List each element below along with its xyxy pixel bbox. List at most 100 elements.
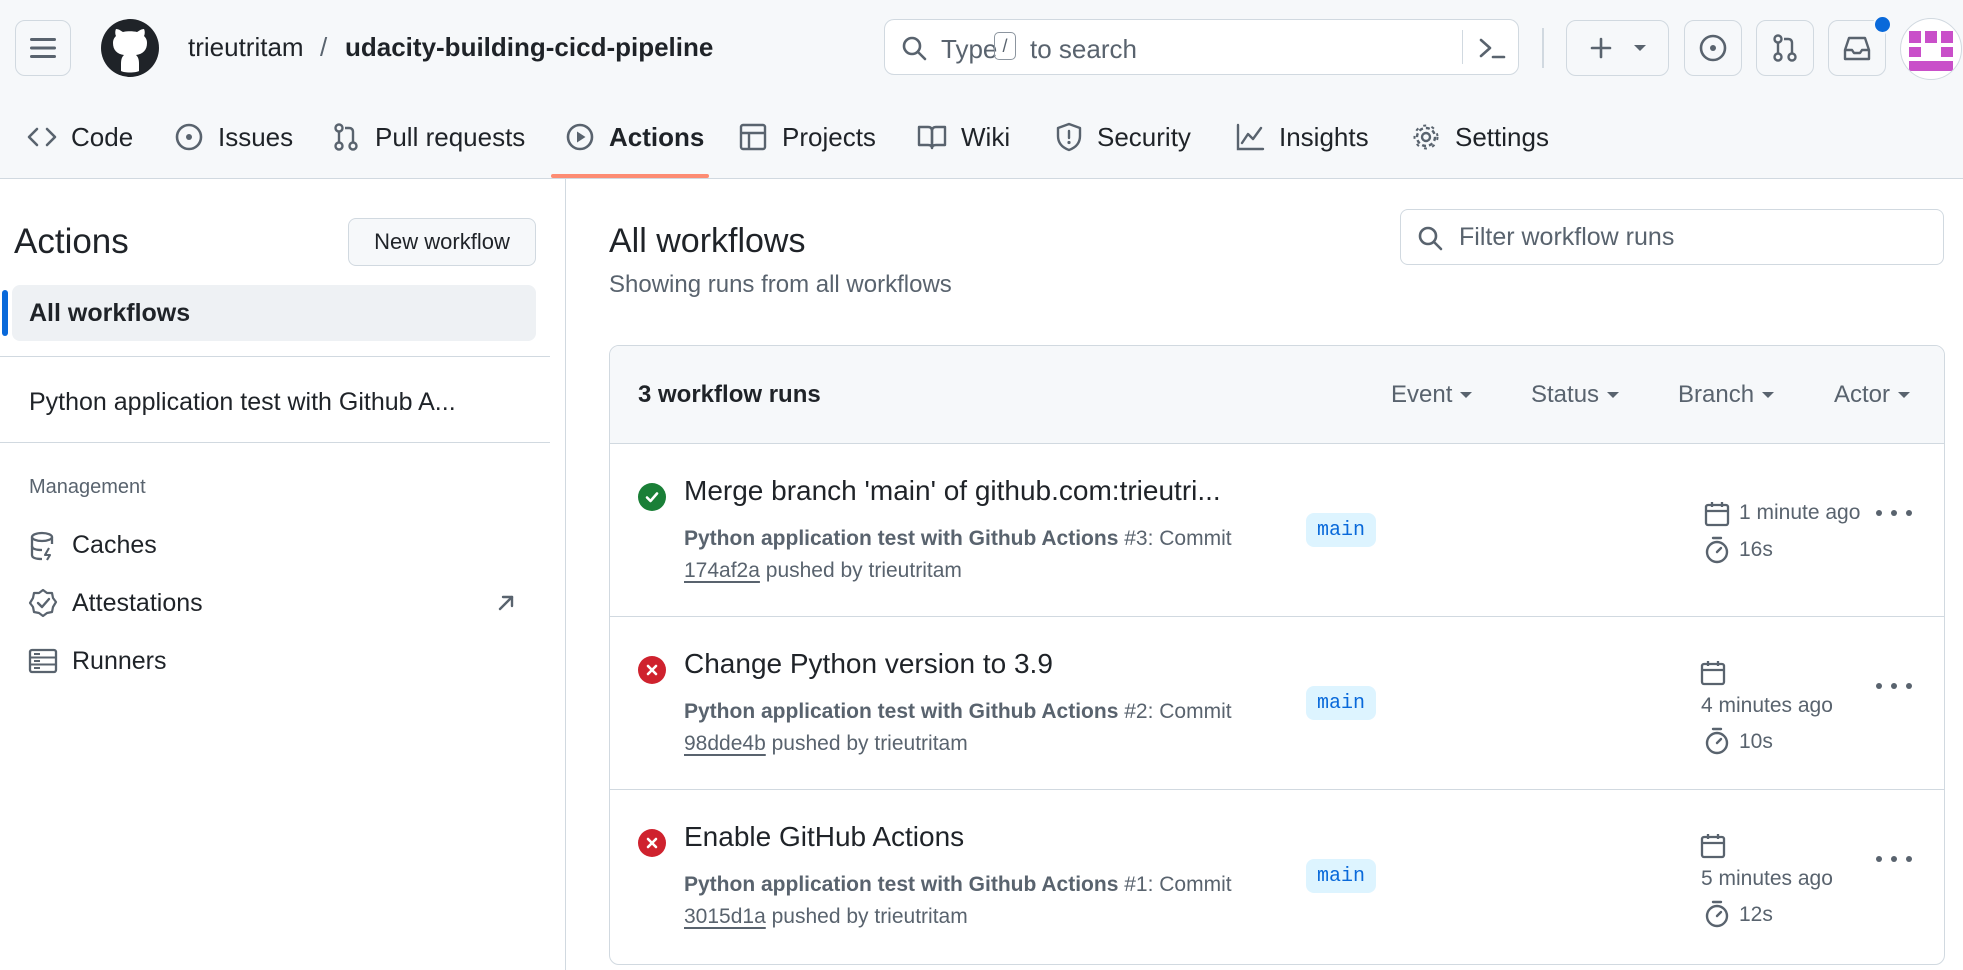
run-number: #1: Commit (1124, 873, 1232, 896)
pull-request-icon (1773, 34, 1797, 62)
run-title-link[interactable]: Change Python version to 3.9 (684, 648, 1053, 680)
run-workflow-name: Python application test with Github Acti… (684, 873, 1119, 896)
command-palette-icon[interactable] (1478, 35, 1506, 61)
workflow-run-row[interactable]: Enable GitHub Actions Python application… (610, 789, 1944, 962)
pull-request-icon (334, 123, 358, 151)
filter-label: Branch (1678, 381, 1755, 408)
tab-security[interactable]: Security (1055, 112, 1191, 162)
run-pusher: pushed by trieutritam (771, 905, 968, 928)
branch-filter-menu[interactable]: Branch (1678, 381, 1775, 409)
run-commit-line: 3015d1a pushed by trieutritam (684, 905, 968, 929)
pull-requests-button[interactable] (1756, 20, 1814, 76)
tab-label: Pull requests (375, 121, 526, 152)
global-search-input[interactable]: Type to search (884, 19, 1519, 75)
issue-icon (1699, 34, 1727, 62)
status-filter-menu[interactable]: Status (1531, 381, 1620, 409)
commit-sha-link[interactable]: 98dde4b (684, 732, 766, 755)
run-title-link[interactable]: Enable GitHub Actions (684, 821, 964, 853)
tab-wiki[interactable]: Wiki (917, 112, 1010, 162)
avatar[interactable] (1900, 18, 1962, 80)
run-time: 4 minutes ago (1701, 694, 1833, 717)
tab-label: Wiki (961, 121, 1011, 152)
sidebar-item-label: Attestations (72, 589, 203, 617)
sidebar-divider (0, 356, 550, 357)
filter-label: Actor (1834, 381, 1891, 408)
calendar-icon (1700, 834, 1726, 859)
workflow-run-row[interactable]: Merge branch 'main' of github.com:trieut… (610, 443, 1944, 617)
menu-button[interactable] (15, 20, 71, 76)
create-new-button[interactable] (1566, 20, 1669, 76)
tab-insights[interactable]: Insights (1235, 112, 1369, 162)
run-workflow-line: Python application test with Github Acti… (684, 873, 1232, 897)
tab-settings[interactable]: Settings (1411, 112, 1549, 162)
run-duration: 12s (1739, 903, 1773, 926)
workflow-run-row[interactable]: Change Python version to 3.9 Python appl… (610, 616, 1944, 790)
workflow-runs-list: 3 workflow runs Event Status Branch Acto… (609, 345, 1945, 965)
repo-name-link[interactable]: udacity-building-cicd-pipeline (345, 32, 713, 63)
tab-label: Settings (1455, 121, 1549, 152)
tab-actions[interactable]: Actions (565, 112, 704, 162)
search-shortcut-key: / (994, 32, 1016, 60)
run-number: #3: Commit (1124, 527, 1232, 550)
triangle-down-icon (1460, 392, 1473, 398)
search-prefix-text: Type (941, 34, 998, 64)
run-commit-line: 98dde4b pushed by trieutritam (684, 732, 968, 756)
run-options-kebab-icon[interactable] (1876, 853, 1912, 865)
stopwatch-icon (1705, 900, 1729, 928)
database-icon (30, 531, 54, 561)
tab-projects[interactable]: Projects (738, 112, 876, 162)
external-link-icon (498, 595, 514, 611)
runs-list-header: 3 workflow runs Event Status Branch Acto… (610, 346, 1944, 444)
failure-x-icon (638, 829, 666, 857)
run-options-kebab-icon[interactable] (1876, 680, 1912, 692)
run-title-link[interactable]: Merge branch 'main' of github.com:trieut… (684, 475, 1221, 507)
issues-button[interactable] (1684, 20, 1742, 76)
active-tab-indicator (551, 174, 709, 178)
filter-runs-input[interactable]: Filter workflow runs (1400, 209, 1944, 265)
server-icon (28, 648, 58, 674)
tab-label: Projects (782, 121, 876, 152)
triangle-down-icon (1762, 392, 1775, 398)
page-subtitle: Showing runs from all workflows (609, 271, 952, 298)
tab-issues[interactable]: Issues (174, 112, 293, 162)
branch-label[interactable]: main (1306, 859, 1376, 893)
branch-label[interactable]: main (1306, 513, 1376, 547)
commit-sha-link[interactable]: 3015d1a (684, 905, 766, 928)
branch-label[interactable]: main (1306, 686, 1376, 720)
failure-x-icon (638, 656, 666, 684)
sidebar-divider (0, 442, 550, 443)
github-logo[interactable] (101, 19, 159, 77)
repo-owner-link[interactable]: trieutritam (188, 32, 304, 63)
inbox-icon (1843, 36, 1871, 61)
run-pusher: pushed by trieutritam (765, 559, 962, 582)
event-filter-menu[interactable]: Event (1391, 381, 1473, 409)
sidebar-item-label: All workflows (29, 299, 191, 327)
new-workflow-button[interactable]: New workflow (348, 218, 536, 266)
gear-icon (1413, 124, 1439, 150)
book-icon (917, 125, 947, 150)
tab-label: Issues (218, 121, 294, 152)
sidebar-item-label: Runners (72, 647, 167, 675)
calendar-icon (1704, 502, 1730, 527)
tab-label: Insights (1279, 121, 1369, 152)
triangle-down-icon (1607, 392, 1620, 398)
run-pusher: pushed by trieutritam (771, 732, 968, 755)
triangle-down-icon (1898, 392, 1911, 398)
hamburger-icon (30, 38, 56, 58)
search-suffix-text: to search (1030, 34, 1137, 64)
sidebar-title: Actions (14, 222, 129, 261)
notification-dot (1873, 15, 1892, 34)
tab-pull-requests[interactable]: Pull requests (331, 112, 525, 162)
filter-placeholder: Filter workflow runs (1459, 223, 1675, 251)
commit-sha-link[interactable]: 174af2a (684, 559, 760, 582)
management-heading: Management (29, 476, 146, 498)
tab-label: Actions (609, 121, 705, 152)
actor-filter-menu[interactable]: Actor (1834, 381, 1911, 409)
search-icon (902, 36, 927, 61)
verified-icon (28, 588, 58, 618)
tab-code[interactable]: Code (27, 112, 133, 162)
graph-icon (1236, 123, 1265, 151)
sidebar-item-workflow[interactable]: Python application test with Github A... (29, 388, 456, 417)
page-title: All workflows (609, 222, 806, 260)
run-options-kebab-icon[interactable] (1876, 507, 1912, 519)
